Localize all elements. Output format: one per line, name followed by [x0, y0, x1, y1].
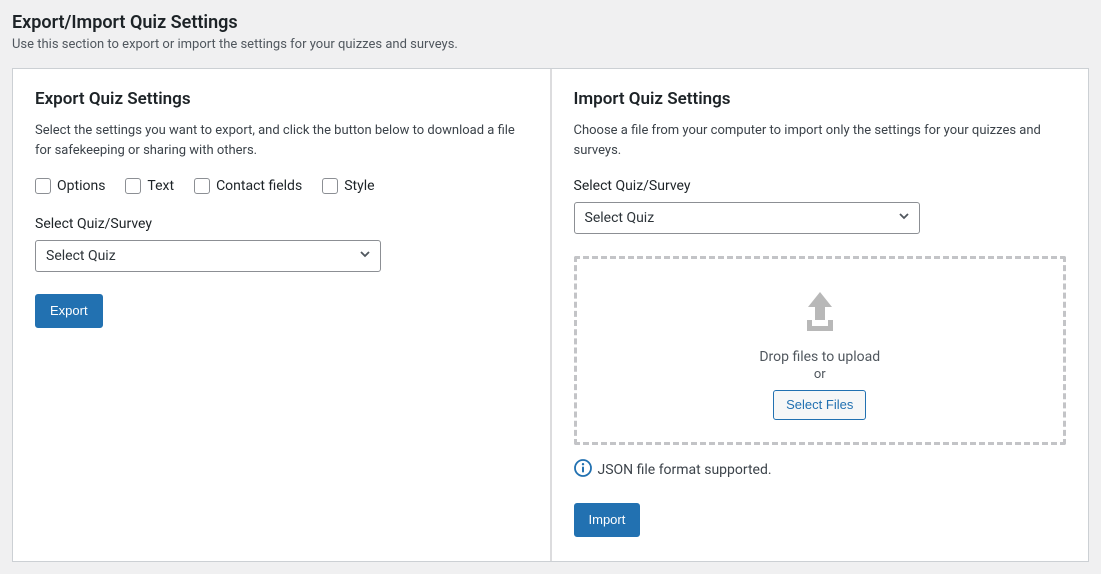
checkbox-text[interactable]: Text [125, 178, 174, 194]
upload-icon [795, 287, 845, 337]
export-title: Export Quiz Settings [35, 89, 528, 109]
file-dropzone[interactable]: Drop files to upload or Select Files [574, 256, 1067, 445]
checkbox-style-label[interactable]: Style [344, 178, 374, 194]
export-description: Select the settings you want to export, … [35, 121, 528, 160]
checkbox-contact-fields[interactable]: Contact fields [194, 178, 302, 194]
checkbox-text-label[interactable]: Text [147, 178, 174, 194]
info-icon [574, 459, 592, 481]
page-subtitle: Use this section to export or import the… [12, 37, 1089, 52]
import-description: Choose a file from your computer to impo… [574, 121, 1067, 160]
import-column: Import Quiz Settings Choose a file from … [552, 69, 1089, 561]
page-title: Export/Import Quiz Settings [12, 12, 1089, 33]
import-quiz-select[interactable]: Select Quiz [574, 202, 920, 234]
import-select-wrapper: Select Quiz [574, 202, 920, 234]
dropzone-text: Drop files to upload [597, 349, 1044, 365]
info-row: JSON file format supported. [574, 459, 1067, 481]
export-select-wrapper: Select Quiz [35, 240, 381, 272]
dropzone-or: or [597, 367, 1044, 382]
import-title: Import Quiz Settings [574, 89, 1067, 109]
export-quiz-select[interactable]: Select Quiz [35, 240, 381, 272]
export-select-label: Select Quiz/Survey [35, 216, 528, 232]
import-select-label: Select Quiz/Survey [574, 178, 1067, 194]
export-column: Export Quiz Settings Select the settings… [13, 69, 552, 561]
checkbox-style-input[interactable] [322, 178, 338, 194]
page-header: Export/Import Quiz Settings Use this sec… [12, 12, 1089, 52]
import-button[interactable]: Import [574, 503, 641, 537]
checkbox-style[interactable]: Style [322, 178, 374, 194]
settings-panel: Export Quiz Settings Select the settings… [12, 68, 1089, 562]
info-text: JSON file format supported. [598, 462, 772, 478]
select-files-button[interactable]: Select Files [773, 390, 866, 420]
checkbox-options[interactable]: Options [35, 178, 105, 194]
checkbox-options-label[interactable]: Options [57, 178, 105, 194]
checkbox-text-input[interactable] [125, 178, 141, 194]
export-checkbox-row: Options Text Contact fields Style [35, 178, 528, 194]
checkbox-contact-fields-label[interactable]: Contact fields [216, 178, 302, 194]
checkbox-options-input[interactable] [35, 178, 51, 194]
checkbox-contact-fields-input[interactable] [194, 178, 210, 194]
export-button[interactable]: Export [35, 294, 103, 328]
